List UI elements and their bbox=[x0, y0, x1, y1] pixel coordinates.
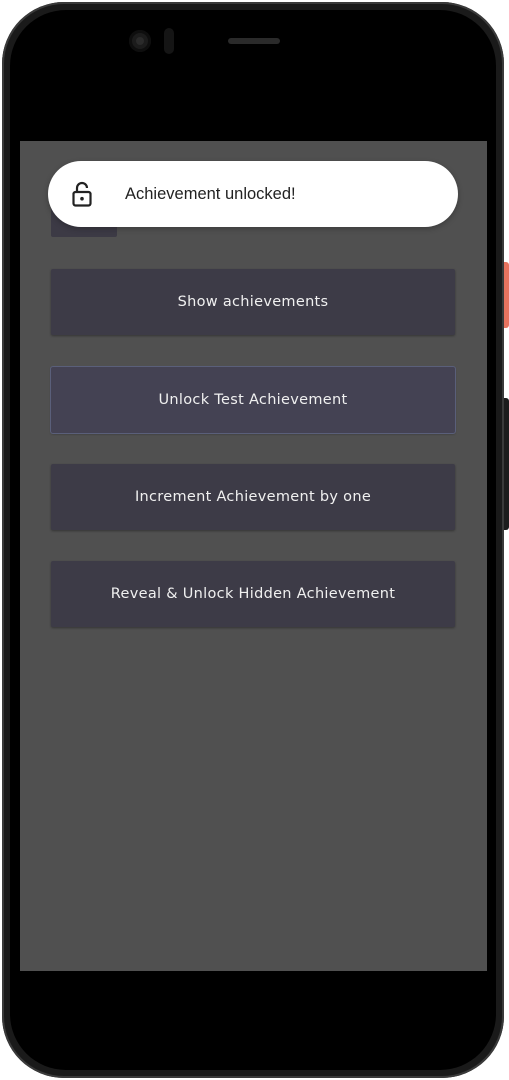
app-content: Show achievements Unlock Test Achievemen… bbox=[20, 141, 487, 971]
achievement-toast: Achievement unlocked! bbox=[48, 161, 458, 227]
show-achievements-button[interactable]: Show achievements bbox=[51, 269, 455, 335]
increment-achievement-button[interactable]: Increment Achievement by one bbox=[51, 464, 455, 530]
front-camera-icon bbox=[129, 30, 151, 52]
proximity-sensor-icon bbox=[164, 28, 174, 54]
reveal-unlock-hidden-achievement-button[interactable]: Reveal & Unlock Hidden Achievement bbox=[51, 561, 455, 627]
power-button[interactable] bbox=[504, 262, 509, 328]
volume-button[interactable] bbox=[504, 398, 509, 530]
toast-message: Achievement unlocked! bbox=[125, 185, 296, 203]
lock-open-icon bbox=[72, 181, 92, 207]
unlock-test-achievement-button[interactable]: Unlock Test Achievement bbox=[51, 367, 455, 433]
earpiece-speaker bbox=[228, 38, 280, 44]
